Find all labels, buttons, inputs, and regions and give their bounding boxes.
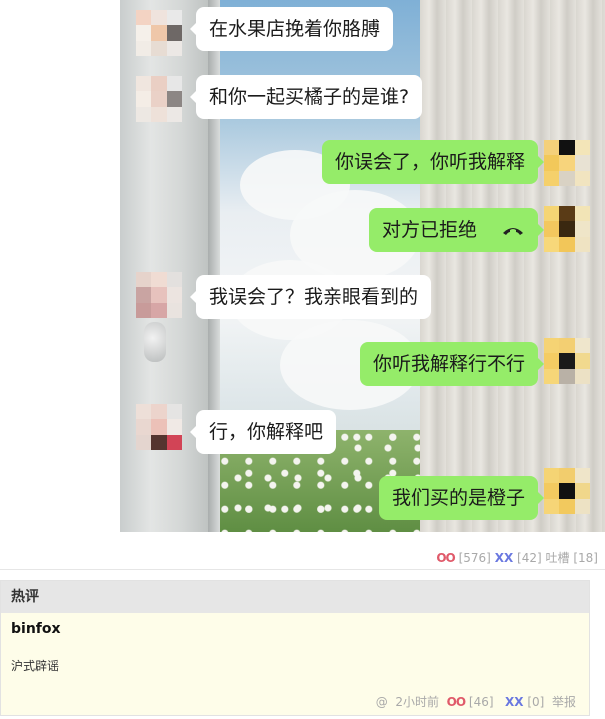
reply-at-link[interactable]: @	[376, 695, 388, 709]
hot-comments-panel: 热评 binfox 沪式辟谣 @ 2小时前 OO [46] XX [0] 举报	[0, 580, 590, 716]
door-knob	[144, 322, 166, 362]
avatar	[544, 140, 590, 186]
report-link[interactable]: 举报	[552, 695, 576, 709]
divider	[0, 569, 605, 570]
comment-oo-count: [46]	[468, 695, 494, 709]
chat-screenshot-image: 在水果店挽着你胳膊 和你一起买橘子的是谁? 你误会了，你听我解释 对方已拒绝 我…	[120, 0, 605, 532]
comment-meta: @ 2小时前 OO [46] XX [0] 举报	[376, 693, 576, 710]
comment-time: 2小时前	[395, 695, 440, 709]
call-declined-text: 对方已拒绝	[381, 219, 477, 241]
oo-count: [576]	[458, 551, 491, 565]
hot-comments-title: 热评	[1, 581, 589, 613]
avatar	[136, 10, 182, 56]
curtain-background	[420, 0, 605, 532]
chat-message-outgoing: 你听我解释行不行	[359, 342, 545, 386]
comment-oo-button[interactable]: OO	[447, 695, 466, 709]
chat-message-incoming: 在水果店挽着你胳膊	[189, 7, 394, 51]
avatar	[544, 206, 590, 252]
chat-message-incoming: 和你一起买橘子的是谁?	[189, 75, 423, 119]
hang-up-phone-icon	[501, 209, 525, 253]
avatar	[136, 76, 182, 122]
post-vote-bar: OO [576] XX [42] 吐槽 [18]	[436, 549, 598, 566]
comment-xx-count: [0]	[527, 695, 545, 709]
avatar	[544, 338, 590, 384]
chat-message-outgoing: 你误会了，你听我解释	[321, 140, 545, 184]
xx-vote-button[interactable]: XX	[495, 551, 514, 565]
tucao-link[interactable]: 吐槽	[546, 551, 570, 565]
comment-text: 沪式辟谣	[11, 659, 60, 673]
avatar	[136, 404, 182, 450]
xx-count: [42]	[517, 551, 542, 565]
comment-author[interactable]: binfox	[11, 621, 61, 637]
chat-message-outgoing: 我们买的是橙子	[378, 476, 545, 520]
chat-message-incoming: 行，你解释吧	[189, 410, 337, 454]
tucao-count: [18]	[573, 551, 598, 565]
chat-message-incoming: 我误会了？我亲眼看到的	[189, 275, 432, 319]
comment-xx-button[interactable]: XX	[505, 695, 524, 709]
avatar	[136, 272, 182, 318]
chat-message-outgoing: 对方已拒绝	[368, 208, 545, 253]
avatar	[544, 468, 590, 514]
oo-vote-button[interactable]: OO	[436, 551, 455, 565]
